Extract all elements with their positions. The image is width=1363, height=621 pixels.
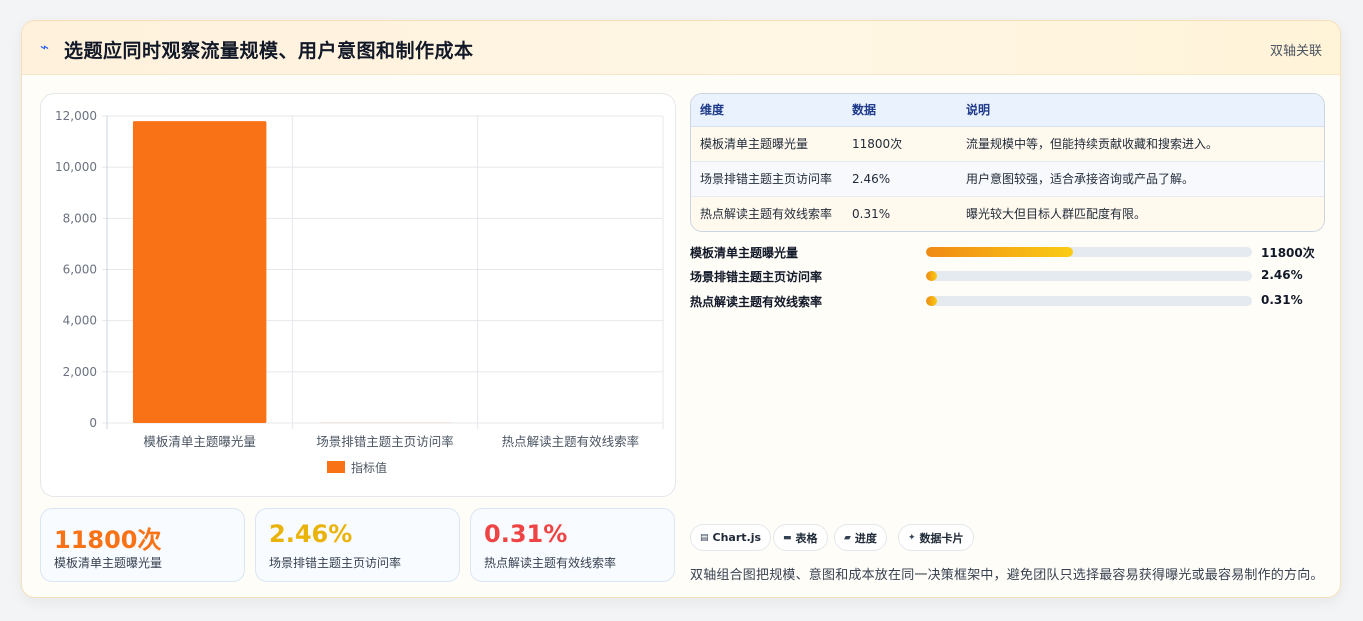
- card-icon: ✦: [908, 532, 916, 543]
- chip-label: 进度: [854, 531, 877, 545]
- stat-value: 11800次: [54, 526, 162, 554]
- bar-chart: 0 2,000 4,000 6,000 8,000 10,000 12,000 模板清单主题曝…: [55, 109, 664, 475]
- y-tick-label: 2,000: [63, 365, 97, 379]
- y-tick-label: 0: [89, 416, 97, 430]
- card-header: ⌁ 选题应同时观察流量规模、用户意图和制作成本 双轴关联: [22, 21, 1340, 75]
- x-tick-label: 模板清单主题曝光量: [143, 434, 256, 449]
- chart-icon: ▤: [700, 532, 709, 543]
- progress-row: 模板清单主题曝光量 11800次: [690, 244, 1330, 260]
- table-cell: 曝光较大但目标人群匹配度有限。: [957, 196, 1324, 231]
- y-tick-label: 4,000: [63, 314, 97, 328]
- table-header: 维度: [691, 94, 843, 127]
- table-cell: 模板清单主题曝光量: [691, 126, 843, 162]
- table-header: 说明: [957, 94, 1324, 127]
- table-cell: 0.31%: [843, 196, 957, 231]
- chip-label: 表格: [795, 531, 818, 545]
- bar: [132, 121, 267, 423]
- chip-progress[interactable]: ▰ 进度: [834, 524, 887, 551]
- progress-value: 0.31%: [1261, 293, 1303, 307]
- stat-card-visit-rate: 2.46% 场景排错主题主页访问率: [255, 508, 460, 582]
- table-cell: 11800次: [843, 126, 957, 162]
- progress-fill: [926, 247, 1073, 257]
- legend-swatch: [327, 461, 345, 473]
- table-cell: 用户意图较强，适合承接咨询或产品了解。: [957, 161, 1324, 197]
- progress-fill: [926, 271, 938, 281]
- progress-label: 模板清单主题曝光量: [690, 246, 799, 260]
- progress-icon: ▰: [844, 532, 851, 543]
- data-table: 维度 数据 说明 模板清单主题曝光量 11800次 流量规模中等，但能持续贡献收…: [690, 93, 1325, 232]
- table-row: 模板清单主题曝光量 11800次 流量规模中等，但能持续贡献收藏和搜索进入。: [691, 126, 1324, 162]
- stat-label: 模板清单主题曝光量: [54, 556, 163, 570]
- footnote: 双轴组合图把规模、意图和成本放在同一决策框架中，避免团队只选择最容易获得曝光或最…: [690, 568, 1324, 583]
- x-tick-label: 场景排错主题主页访问率: [316, 434, 454, 449]
- table-header: 数据: [843, 94, 957, 127]
- progress-fill: [926, 296, 938, 306]
- x-tick-label: 热点解读主题有效线索率: [502, 434, 640, 449]
- table-cell: 场景排错主题主页访问率: [691, 161, 843, 197]
- main-card: ⌁ 选题应同时观察流量规模、用户意图和制作成本 双轴关联 0 2,000 4,000…: [21, 20, 1341, 598]
- y-tick-label: 10,000: [55, 160, 97, 174]
- bar-chart-panel: 0 2,000 4,000 6,000 8,000 10,000 12,000 模板清单主题曝…: [40, 93, 676, 497]
- stat-card-exposure: 11800次 模板清单主题曝光量: [40, 508, 245, 582]
- progress-value: 2.46%: [1261, 268, 1303, 282]
- progress-row: 场景排错主题主页访问率 2.46%: [690, 268, 1330, 284]
- table-cell: 流量规模中等，但能持续贡献收藏和搜索进入。: [957, 126, 1324, 162]
- progress-track: [926, 247, 1252, 257]
- legend-label: 指标值: [351, 460, 387, 475]
- y-tick-label: 6,000: [63, 263, 97, 277]
- progress-value: 11800次: [1261, 246, 1315, 260]
- y-tick-label: 12,000: [55, 109, 97, 123]
- progress-row: 热点解读主题有效线索率 0.31%: [690, 293, 1330, 309]
- chip-chartjs[interactable]: ▤ Chart.js: [690, 524, 772, 551]
- progress-label: 热点解读主题有效线索率: [690, 295, 823, 309]
- table-cell: 热点解读主题有效线索率: [691, 196, 843, 231]
- y-tick-label: 8,000: [63, 211, 97, 225]
- chip-data-card[interactable]: ✦ 数据卡片: [898, 524, 974, 551]
- stat-card-lead-rate: 0.31% 热点解读主题有效线索率: [470, 508, 675, 582]
- bolt-icon: ⌁: [40, 38, 50, 56]
- dual-axis-tag[interactable]: 双轴关联: [1270, 40, 1322, 59]
- stat-value: 2.46%: [269, 520, 353, 548]
- progress-label: 场景排错主题主页访问率: [690, 270, 823, 284]
- table-row: 场景排错主题主页访问率 2.46% 用户意图较强，适合承接咨询或产品了解。: [691, 161, 1324, 197]
- progress-track: [926, 271, 1252, 281]
- table-row: 热点解读主题有效线索率 0.31% 曝光较大但目标人群匹配度有限。: [691, 196, 1324, 231]
- chip-label: Chart.js: [712, 531, 762, 544]
- table-cell: 2.46%: [843, 161, 957, 197]
- table-icon: ▬: [783, 532, 792, 543]
- stat-label: 热点解读主题有效线索率: [484, 556, 617, 570]
- stat-label: 场景排错主题主页访问率: [269, 556, 402, 570]
- card-title: 选题应同时观察流量规模、用户意图和制作成本: [64, 40, 474, 62]
- chip-label: 数据卡片: [919, 531, 964, 545]
- progress-track: [926, 296, 1252, 306]
- stat-value: 0.31%: [484, 520, 568, 548]
- chip-table[interactable]: ▬ 表格: [773, 524, 828, 551]
